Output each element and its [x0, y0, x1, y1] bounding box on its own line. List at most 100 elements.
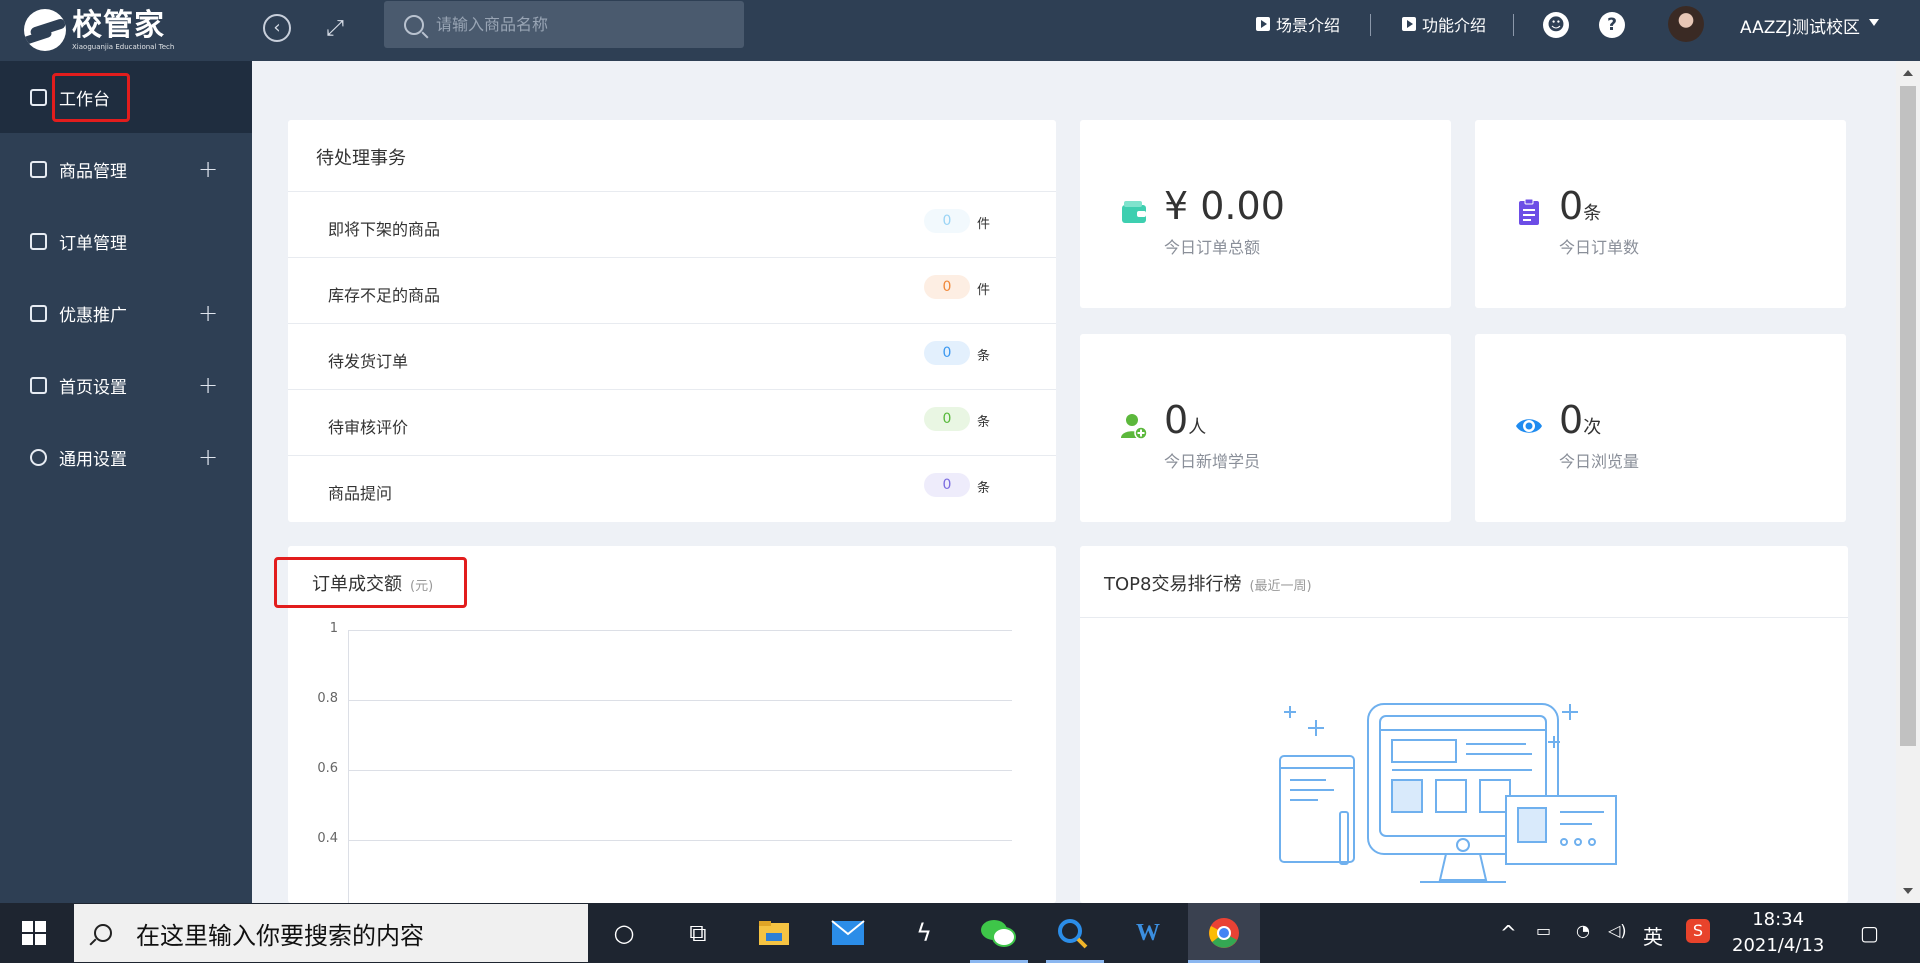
top-header: 校管家 Xiaoguanjia Educational Tech ‹ ⤢ 场景介…	[0, 0, 1920, 61]
expand-plus-icon[interactable]: +	[198, 443, 218, 471]
sidebar-item-home-settings[interactable]: 首页设置 +	[0, 349, 252, 421]
sidebar-item-label: 订单管理	[59, 233, 127, 254]
windows-start-icon[interactable]	[22, 921, 46, 945]
search-input[interactable]	[436, 15, 716, 34]
count-badge: 0	[924, 341, 970, 365]
ranking-title-text: TOP8交易排行榜	[1104, 574, 1242, 595]
scroll-up-icon[interactable]	[1903, 70, 1913, 76]
stat-label: 今日订单总额	[1164, 238, 1261, 257]
stat-label: 今日订单数	[1559, 238, 1640, 257]
stat-unit: 条	[1583, 203, 1602, 224]
y-tick-label: 1	[329, 621, 338, 636]
network-icon[interactable]: ◔	[1576, 921, 1590, 940]
product-search	[384, 1, 744, 48]
sidebar-item-label: 通用设置	[59, 449, 127, 470]
app-lightning-icon[interactable]: ϟ	[906, 915, 942, 951]
task-view-icon[interactable]: ⧉	[680, 915, 716, 951]
fullscreen-button[interactable]: ⤢	[321, 14, 349, 42]
ranking-period-note: (最近一周)	[1249, 579, 1312, 594]
sidebar-item-label: 商品管理	[59, 161, 127, 182]
system-clock[interactable]: 18:34 2021/4/13	[1732, 907, 1824, 959]
chrome-icon[interactable]	[1206, 915, 1242, 951]
stat-number: 0	[1559, 398, 1584, 442]
sogou-ime-icon[interactable]: S	[1686, 919, 1710, 943]
expand-plus-icon[interactable]: +	[198, 371, 218, 399]
tray-chevron-up-icon[interactable]: ^	[1500, 921, 1517, 945]
stat-label: 今日新增学员	[1164, 452, 1261, 471]
search-icon	[404, 14, 424, 35]
stat-value: 0次	[1559, 398, 1601, 450]
help-icon: ?	[1607, 15, 1617, 35]
windows-taskbar: 在这里输入你要搜索的内容 ○ ⧉ ϟ W ^ ▭ ◔ ◁) 英 S 18:34 …	[0, 903, 1920, 963]
coupon-icon	[30, 304, 47, 322]
header-divider	[1513, 14, 1514, 36]
stat-label: 今日浏览量	[1559, 452, 1640, 471]
list-item[interactable]: 即将下架的商品 0 件	[288, 191, 1056, 257]
cortana-icon[interactable]: ○	[606, 915, 642, 951]
y-tick-label: 0.4	[317, 831, 338, 846]
notification-icon[interactable]: ▢	[1860, 921, 1879, 945]
logo[interactable]: 校管家 Xiaoguanjia Educational Tech	[24, 5, 174, 55]
clipboard-icon	[1519, 198, 1539, 225]
scroll-down-icon[interactable]	[1903, 888, 1913, 894]
list-item[interactable]: 库存不足的商品 0 件	[288, 257, 1056, 323]
stat-number: 0	[1164, 398, 1189, 442]
count-badge: 0	[924, 275, 970, 299]
list-item[interactable]: 待发货订单 0 条	[288, 323, 1056, 389]
avatar[interactable]	[1668, 6, 1704, 42]
row-label: 待发货订单	[328, 352, 409, 371]
unit-label: 件	[977, 217, 991, 232]
chevron-left-icon: ‹	[273, 17, 281, 38]
sidebar-item-promotions[interactable]: 优惠推广 +	[0, 277, 252, 349]
help-button[interactable]: ?	[1599, 12, 1625, 38]
count-badge: 0	[924, 473, 970, 497]
chat-bot-icon: ☻	[1547, 15, 1565, 35]
wechat-icon[interactable]	[980, 915, 1016, 951]
unit-label: 条	[977, 415, 991, 430]
scene-intro-link[interactable]: 场景介绍	[1256, 13, 1340, 35]
stat-value: 0条	[1559, 184, 1601, 236]
taskbar-search[interactable]: 在这里输入你要搜索的内容	[74, 904, 588, 962]
file-explorer-icon[interactable]	[756, 915, 792, 951]
header-divider	[1370, 14, 1371, 36]
logo-name: 校管家	[72, 7, 165, 43]
clock-time: 18:34	[1752, 909, 1805, 930]
add-user-icon	[1121, 414, 1148, 440]
grid-line	[348, 630, 1012, 631]
search-app-icon[interactable]	[1054, 915, 1090, 951]
scrollbar-thumb[interactable]	[1900, 86, 1916, 746]
expand-plus-icon[interactable]: +	[198, 299, 218, 327]
monitor-icon	[30, 88, 47, 106]
row-label: 待审核评价	[328, 418, 409, 437]
search-icon	[94, 924, 112, 942]
row-label: 即将下架的商品	[328, 220, 441, 239]
home-icon	[30, 376, 47, 394]
panel-header: TOP8交易排行榜 (最近一周)	[1080, 546, 1848, 618]
collapse-menu-button[interactable]: ‹	[263, 14, 291, 42]
user-name[interactable]: AAZZJ测试校区	[1740, 13, 1860, 38]
sidebar-item-orders[interactable]: 订单管理	[0, 205, 252, 277]
panel-title: TOP8交易排行榜 (最近一周)	[1104, 570, 1312, 596]
volume-icon[interactable]: ◁)	[1608, 921, 1627, 940]
expand-plus-icon[interactable]: +	[198, 155, 218, 183]
eye-icon	[1516, 419, 1542, 433]
grid-line	[348, 770, 1012, 771]
customer-service-button[interactable]: ☻	[1543, 12, 1569, 38]
row-label: 库存不足的商品	[328, 286, 441, 305]
sidebar-item-general-settings[interactable]: 通用设置 +	[0, 421, 252, 493]
mail-icon[interactable]	[830, 915, 866, 951]
battery-icon[interactable]: ▭	[1536, 921, 1551, 940]
word-icon[interactable]: W	[1130, 915, 1166, 951]
gear-icon	[30, 448, 47, 466]
list-item[interactable]: 商品提问 0 条	[288, 455, 1056, 521]
scene-intro-label: 场景介绍	[1276, 16, 1341, 35]
caret-down-icon[interactable]	[1869, 19, 1879, 26]
feature-intro-link[interactable]: 功能介绍	[1402, 13, 1486, 35]
bag-icon	[30, 160, 47, 178]
video-icon	[1256, 17, 1270, 31]
grid-line	[348, 700, 1012, 701]
list-item[interactable]: 待审核评价 0 条	[288, 389, 1056, 455]
grid-line	[348, 840, 1012, 841]
ime-language[interactable]: 英	[1643, 921, 1663, 950]
sidebar-item-products[interactable]: 商品管理 +	[0, 133, 252, 205]
